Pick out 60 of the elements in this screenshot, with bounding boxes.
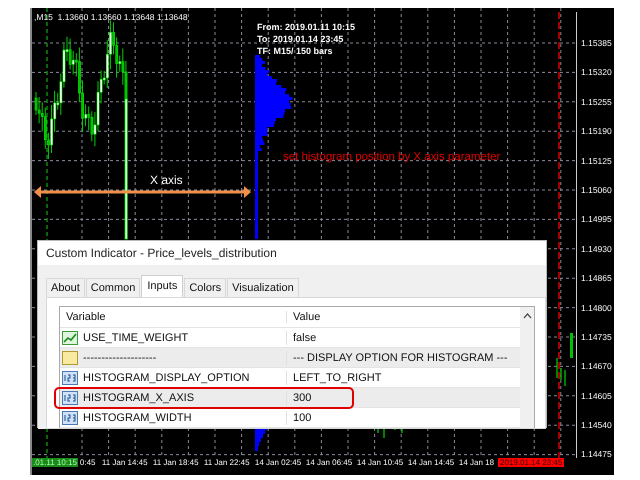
time-label: 0:45 [78,458,96,467]
price-label: 1.14735 [581,330,612,344]
tab[interactable]: Inputs [141,275,184,297]
time-label: 14 Jan 06:45 [306,458,354,467]
price-label: 1.14540 [581,419,612,432]
price-label: 1.15320 [581,66,612,80]
time-label: 14 Jan 02:45 [254,458,302,467]
time-label: 11 Jan 14:45 [102,458,149,467]
price-label: 1.15255 [581,96,612,109]
tab[interactable]: Common [86,278,140,297]
tab[interactable]: Visualization [227,278,299,297]
column-header: Variable [60,311,287,323]
info-text: To: 2019.01.14 23:45 [257,33,344,45]
price-label: 1.14995 [581,213,612,226]
number-type-icon [62,410,78,424]
variable-value: 100 [292,412,312,424]
scroll-up-icon[interactable] [522,313,532,319]
variable-name: -------------------- [83,352,156,364]
price-label: 1.15385 [581,37,612,50]
variable-value: --- DISPLAY OPTION FOR HISTOGRAM --- [292,352,509,364]
candlestick [570,333,573,358]
time-label: 14 Jan 14:45 [408,458,456,467]
price-label: 1.14475 [581,448,612,462]
time-label: 11 Jan 18:45 [152,458,200,467]
annotation-text: set histogram position by X axis parameter [283,151,500,163]
price-label: 1.14865 [581,272,612,286]
candlestick [560,368,562,380]
number-type-icon [62,390,78,404]
tab[interactable]: Colors [184,278,226,297]
chart-header: ,M15 1.13660 1.13660 1.13648 1.13648 [34,12,188,22]
price-label: 1.15060 [581,184,612,197]
chart-line-icon [62,330,78,344]
variable-name: HISTOGRAM_X_AXIS [83,392,194,404]
arrow-label: X axis [150,173,183,187]
number-type-icon [62,370,78,384]
info-text: TF: M15/ 150 bars [257,45,334,57]
price-label: 1.15125 [581,154,612,168]
price-label: 1.14930 [581,242,612,256]
price-label: 1.15190 [581,125,612,138]
tab[interactable]: About [46,278,85,297]
window-title: Custom Indicator - Price_levels_distribution [45,245,278,262]
column-header: Value [292,311,322,323]
price-label: 1.14670 [581,360,612,374]
price-label: 1.14800 [581,302,612,315]
variable-value: LEFT_TO_RIGHT [292,372,382,384]
time-label: 11 Jan 22:45 [204,458,251,467]
variable-value: 300 [292,392,312,404]
scrollbar[interactable] [520,307,534,428]
price-label: 1.14605 [581,390,612,403]
candlestick [556,358,558,378]
time-label: 2019.01.14 23:45 [498,458,564,467]
variable-name: HISTOGRAM_WIDTH [83,412,192,424]
variable-name: USE_TIME_WEIGHT [83,332,188,344]
time-label: 14 Jan 18 [458,458,496,467]
time-label: .01.11 10:15 [32,458,78,467]
info-text: From: 2019.01.11 10:15 [257,21,356,33]
variable-value: false [292,332,318,344]
variable-name: HISTOGRAM_DISPLAY_OPTION [83,372,250,384]
time-label: 14 Jan 10:45 [356,458,404,467]
candlestick [564,370,566,386]
